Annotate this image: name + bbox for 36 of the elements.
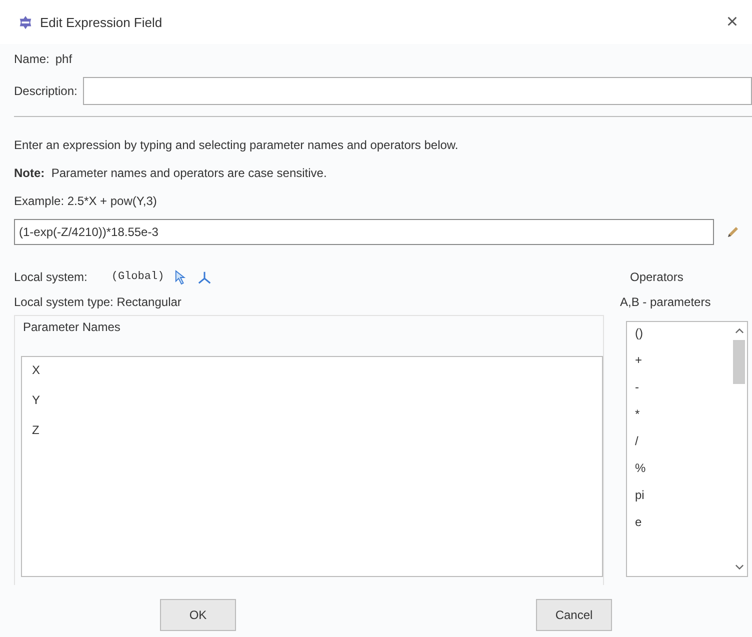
close-button[interactable]: × — [726, 10, 738, 34]
operators-title: Operators — [629, 269, 684, 286]
name-value: phf — [55, 52, 72, 66]
axes-icon[interactable] — [197, 270, 212, 284]
operators-hint: A,B - parameters — [620, 294, 712, 311]
scroll-up-icon[interactable] — [734, 328, 744, 334]
cursor-icon[interactable] — [174, 270, 188, 284]
operator-item[interactable]: + — [635, 353, 723, 380]
name-label: Name: — [14, 52, 50, 66]
dialog-button[interactable]: OK — [160, 599, 236, 631]
local-system-label: Local system: — [14, 270, 88, 284]
note-text: Note: Parameter names and operators are case sensitive. — [13, 165, 328, 182]
local-system-value: (Global) — [111, 271, 164, 283]
group-title: Parameter Names — [22, 320, 122, 336]
operator-item[interactable]: - — [635, 380, 723, 407]
parameter-item[interactable]: Y — [32, 393, 592, 423]
app-icon — [18, 14, 33, 30]
description-label: Description: — [14, 84, 78, 98]
operator-item[interactable]: * — [635, 407, 723, 434]
parameter-item[interactable]: X — [32, 363, 592, 393]
dialog-button[interactable]: Cancel — [536, 599, 612, 631]
operator-item[interactable]: pi — [635, 488, 723, 515]
example-text: Example: 2.5*X + pow(Y,3) — [13, 193, 158, 210]
instructions-text: Enter an expression by typing and selecting parameter names and operators below. — [13, 137, 460, 154]
parameter-item[interactable]: Z — [32, 423, 592, 453]
pencil-icon[interactable] — [726, 225, 740, 239]
window-title: Edit Expression Field — [40, 14, 164, 30]
local-system-type: Local system type: Rectangular — [14, 294, 182, 311]
operator-item[interactable]: e — [635, 515, 723, 542]
operator-item[interactable]: % — [635, 461, 723, 488]
expression-field[interactable]: (1-exp(-Z/4210))*18.55e-3 — [14, 219, 714, 245]
description-field[interactable] — [83, 77, 752, 105]
operator-item[interactable]: () — [635, 326, 723, 353]
operator-item[interactable]: / — [635, 434, 723, 461]
scroll-down-icon[interactable] — [734, 564, 744, 570]
scroll-thumb[interactable] — [733, 340, 745, 384]
